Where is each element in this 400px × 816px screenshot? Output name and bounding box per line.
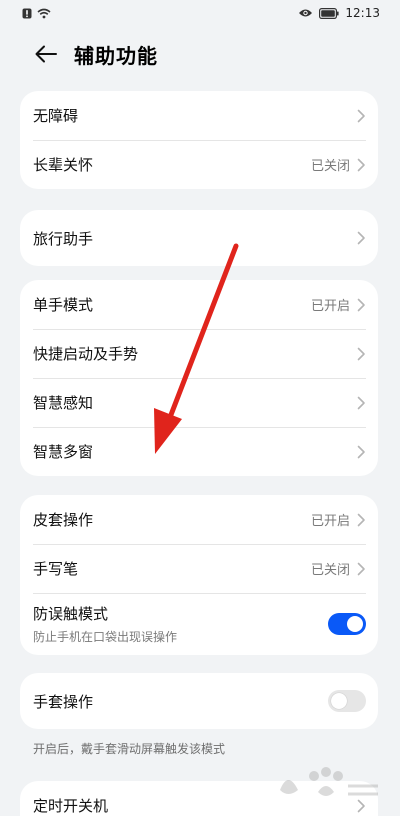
row-right: 已开启 (311, 510, 366, 529)
back-button[interactable] (30, 38, 62, 70)
status-left (22, 8, 51, 19)
row-label: 无障碍 (33, 107, 79, 125)
row-right (356, 231, 366, 245)
row-right (356, 396, 366, 410)
settings-row-accessibility[interactable]: 无障碍 (20, 91, 378, 140)
row-text: 防误触模式 防止手机在口袋出现误操作 (33, 603, 177, 645)
settings-row-smart-sensing[interactable]: 智慧感知 (20, 378, 378, 427)
toggle-knob (331, 693, 347, 709)
anti-mistouch-toggle[interactable] (328, 613, 366, 635)
settings-row-glove-mode[interactable]: 手套操作 (20, 673, 378, 729)
row-subtitle: 防止手机在口袋出现误操作 (33, 630, 178, 644)
row-value: 已关闭 (310, 563, 350, 578)
row-value: 已开启 (310, 514, 350, 529)
chevron-right-icon (356, 158, 366, 172)
chevron-right-icon (356, 347, 366, 361)
row-right (356, 347, 366, 361)
settings-card-travel: 旅行助手 (20, 210, 378, 266)
status-bar: 12:13 (0, 0, 400, 26)
settings-row-anti-mistouch[interactable]: 防误触模式 防止手机在口袋出现误操作 (20, 593, 378, 655)
battery-icon (319, 7, 340, 19)
chevron-right-icon (356, 109, 366, 123)
row-label: 手套操作 (33, 692, 94, 711)
status-time: 12:13 (345, 6, 380, 20)
eye-icon (298, 8, 313, 18)
row-label: 皮套操作 (33, 511, 94, 529)
row-right: 已关闭 (311, 559, 366, 578)
settings-card-glove: 手套操作 (20, 673, 378, 729)
glove-mode-note: 开启后，戴手套滑动屏幕触发该模式 (33, 742, 226, 756)
back-arrow-icon (35, 45, 57, 63)
glove-mode-toggle[interactable] (328, 690, 366, 712)
status-right: 12:13 (298, 6, 380, 20)
toggle-knob (347, 616, 363, 632)
chevron-right-icon (356, 298, 366, 312)
row-right (356, 445, 366, 459)
row-label: 智慧多窗 (33, 443, 94, 461)
chevron-right-icon (356, 396, 366, 410)
settings-card-input: 皮套操作 已开启 手写笔 已关闭 防误触模式 防止手机在口袋出现误操作 (20, 495, 378, 655)
chevron-right-icon (356, 231, 366, 245)
row-right (356, 109, 366, 123)
row-right (328, 690, 366, 712)
chevron-right-icon (356, 562, 366, 576)
row-label: 旅行助手 (33, 229, 94, 248)
settings-row-shortcuts-gestures[interactable]: 快捷启动及手势 (20, 329, 378, 378)
row-label: 防误触模式 (33, 605, 109, 623)
chevron-right-icon (356, 445, 366, 459)
row-right (328, 613, 366, 635)
row-right: 已开启 (311, 295, 366, 314)
chevron-right-icon (356, 513, 366, 527)
row-label: 单手模式 (33, 296, 94, 314)
settings-row-stylus[interactable]: 手写笔 已关闭 (20, 544, 378, 593)
page-title: 辅助功能 (74, 43, 158, 68)
row-label: 定时开关机 (33, 797, 109, 815)
row-right: 已关闭 (311, 155, 366, 174)
row-label: 智慧感知 (33, 394, 94, 412)
wifi-icon (37, 8, 51, 19)
header: 辅助功能 (0, 30, 400, 78)
settings-row-one-hand-mode[interactable]: 单手模式 已开启 (20, 280, 378, 329)
row-label: 手写笔 (33, 560, 79, 578)
baidu-watermark-icon (280, 767, 378, 796)
row-value: 已关闭 (310, 159, 350, 174)
alert-icon (22, 8, 32, 19)
row-label: 长辈关怀 (33, 156, 94, 174)
row-label: 快捷启动及手势 (33, 345, 139, 363)
settings-row-case-operation[interactable]: 皮套操作 已开启 (20, 495, 378, 544)
row-value: 已开启 (310, 299, 350, 314)
settings-row-travel-assistant[interactable]: 旅行助手 (20, 210, 378, 266)
settings-card-accessibility: 无障碍 长辈关怀 已关闭 (20, 91, 378, 189)
settings-row-smart-multi-window[interactable]: 智慧多窗 (20, 427, 378, 476)
settings-row-elder-care[interactable]: 长辈关怀 已关闭 (20, 140, 378, 189)
settings-card-modes: 单手模式 已开启 快捷启动及手势 智慧感知 智慧多窗 (20, 280, 378, 476)
